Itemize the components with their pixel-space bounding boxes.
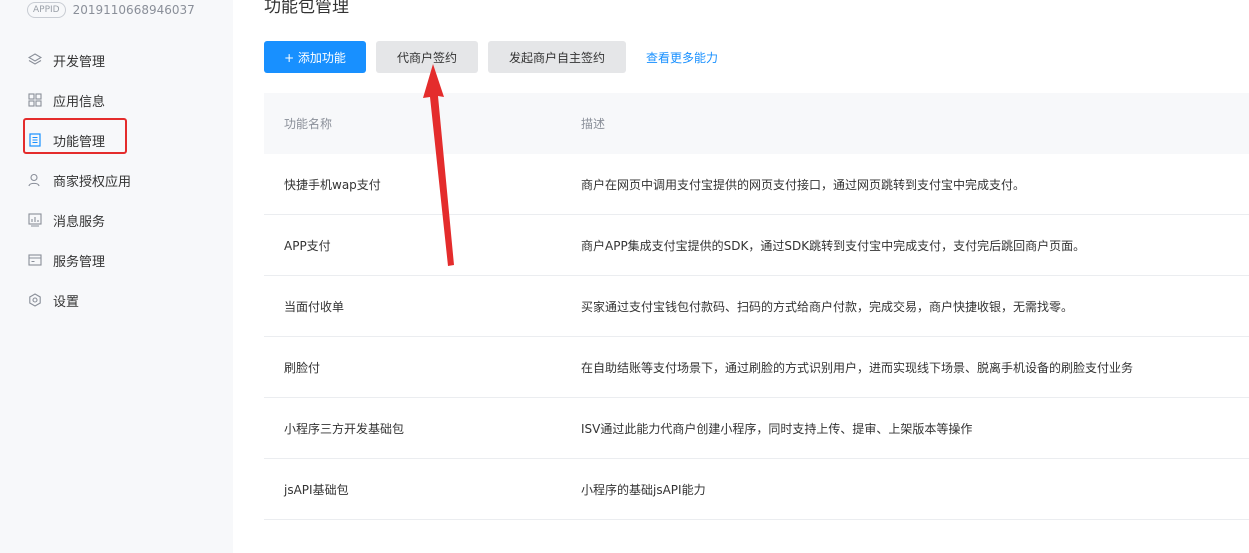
sidebar-item-label: 服务管理 (53, 254, 106, 270)
sidebar-item-dev-management[interactable]: 开发管理 (0, 40, 233, 80)
sidebar-item-merchant-auth-apps[interactable]: 商家授权应用 (0, 160, 233, 200)
sidebar-item-settings[interactable]: 设置 (0, 280, 233, 320)
sidebar-item-label: 商家授权应用 (53, 174, 132, 190)
sidebar-item-label: 功能管理 (53, 134, 106, 150)
bar-chart-icon (28, 213, 42, 227)
header-name: 功能名称 (284, 117, 333, 131)
table-header: 功能名称 描述 (264, 93, 1249, 154)
document-icon (28, 133, 42, 147)
sidebar-item-app-info[interactable]: 应用信息 (0, 80, 233, 120)
appid-badge: APPID (27, 2, 66, 18)
view-more-capabilities-link[interactable]: 查看更多能力 (646, 49, 718, 66)
appid: APPID 2019110668946037 (27, 0, 195, 20)
user-icon (28, 173, 42, 187)
appid-value: 2019110668946037 (72, 3, 195, 17)
main-content: 功能包管理 + 添加功能 代商户签约 发起商户自主签约 查看更多能力 功能名称 … (233, 0, 1249, 553)
table-row[interactable]: 刷脸付 在自助结账等支付场景下，通过刷脸的方式识别用户，进而实现线下场景、脱离手… (264, 337, 1249, 398)
feature-desc: ISV通过此能力代商户创建小程序，同时支持上传、提审、上架版本等操作 (581, 421, 973, 436)
feature-name: jsAPI基础包 (284, 482, 349, 497)
table-row[interactable]: 当面付收单 买家通过支付宝钱包付款码、扫码的方式给商户付款，完成交易，商户快捷收… (264, 276, 1249, 337)
feature-desc: 买家通过支付宝钱包付款码、扫码的方式给商户付款，完成交易，商户快捷收银，无需找零… (581, 299, 1074, 314)
toolbar: + 添加功能 代商户签约 发起商户自主签约 查看更多能力 (264, 41, 718, 73)
card-icon (28, 253, 42, 267)
table-row[interactable]: 快捷手机wap支付 商户在网页中调用支付宝提供的网页支付接口，通过网页跳转到支付… (264, 154, 1249, 215)
sidebar-nav: 开发管理 应用信息 功能管理 商家授权应用 消息服务 服务管理 设置 (0, 40, 233, 320)
feature-name: 快捷手机wap支付 (284, 177, 381, 192)
feature-desc: 小程序的基础jsAPI能力 (581, 482, 706, 497)
gear-icon (28, 293, 42, 307)
feature-table: 功能名称 描述 快捷手机wap支付 商户在网页中调用支付宝提供的网页支付接口，通… (264, 93, 1249, 520)
layers-icon (28, 53, 42, 67)
feature-desc: 商户APP集成支付宝提供的SDK，通过SDK跳转到支付宝中完成支付，支付完后跳回… (581, 238, 1086, 253)
feature-desc: 在自助结账等支付场景下，通过刷脸的方式识别用户，进而实现线下场景、脱离手机设备的… (581, 360, 1134, 375)
page-title: 功能包管理 (264, 0, 349, 17)
sidebar-item-label: 应用信息 (53, 94, 106, 110)
feature-desc: 商户在网页中调用支付宝提供的网页支付接口，通过网页跳转到支付宝中完成支付。 (581, 177, 1026, 192)
feature-name: APP支付 (284, 238, 331, 253)
sidebar-item-label: 设置 (53, 294, 80, 310)
feature-name: 当面付收单 (284, 299, 345, 314)
table-row[interactable]: 小程序三方开发基础包 ISV通过此能力代商户创建小程序，同时支持上传、提审、上架… (264, 398, 1249, 459)
grid-icon (28, 93, 42, 107)
table-row[interactable]: jsAPI基础包 小程序的基础jsAPI能力 (264, 459, 1249, 520)
table-row[interactable]: APP支付 商户APP集成支付宝提供的SDK，通过SDK跳转到支付宝中完成支付，… (264, 215, 1249, 276)
sidebar-item-feature-management[interactable]: 功能管理 (0, 120, 233, 160)
sidebar: APPID 2019110668946037 开发管理 应用信息 功能管理 商家… (0, 0, 233, 553)
sidebar-item-label: 消息服务 (53, 214, 106, 230)
sidebar-item-service-management[interactable]: 服务管理 (0, 240, 233, 280)
agent-sign-button[interactable]: 代商户签约 (376, 41, 478, 73)
sidebar-item-label: 开发管理 (53, 54, 106, 70)
feature-name: 刷脸付 (284, 360, 321, 375)
sidebar-item-message-service[interactable]: 消息服务 (0, 200, 233, 240)
header-desc: 描述 (581, 117, 606, 131)
merchant-self-sign-button[interactable]: 发起商户自主签约 (488, 41, 626, 73)
feature-name: 小程序三方开发基础包 (284, 421, 405, 436)
add-feature-button[interactable]: + 添加功能 (264, 41, 366, 73)
